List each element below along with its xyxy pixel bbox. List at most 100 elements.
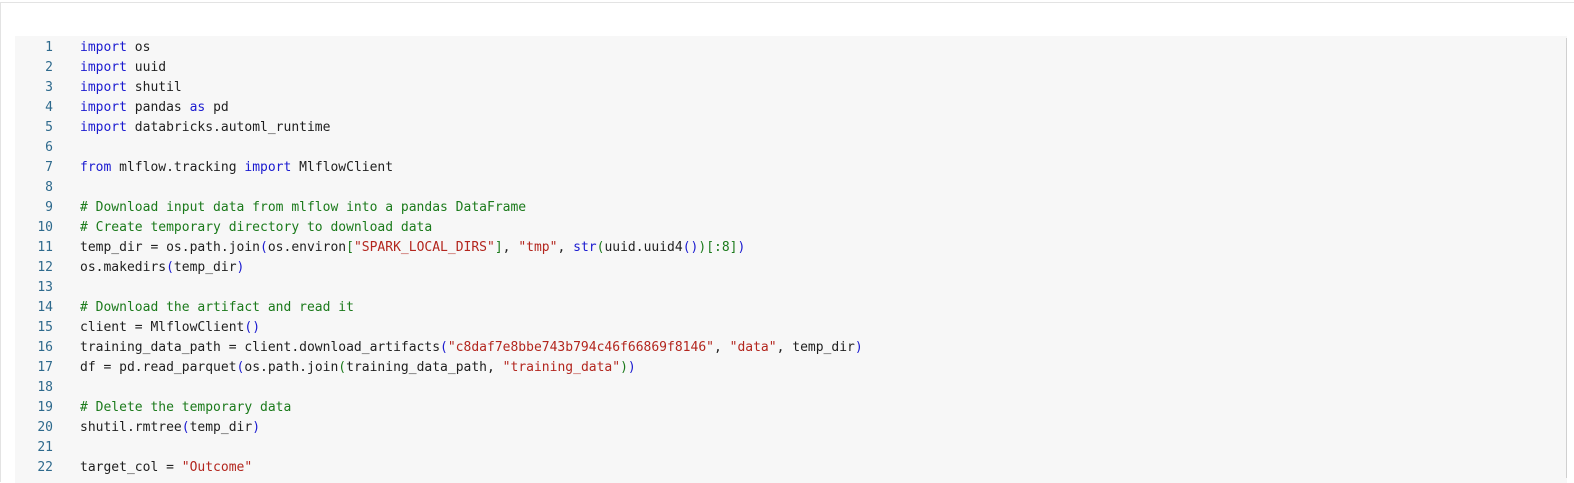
code-token: import [244, 160, 292, 175]
line-number: 1 [45, 40, 53, 55]
line-number: 19 [37, 400, 53, 415]
code-token: os.makedirs [80, 260, 167, 275]
code-text: training_data_path = client.download_art… [80, 338, 863, 358]
code-token: os [126, 40, 151, 55]
code-text: client = MlflowClient() [80, 318, 260, 338]
code-token: , [713, 340, 730, 355]
line-number: 4 [45, 100, 53, 115]
code-token: client = MlflowClient [80, 320, 245, 335]
code-token: ) [252, 420, 261, 435]
line-number: 12 [37, 260, 53, 275]
line-number: 20 [37, 420, 53, 435]
code-text: shutil.rmtree(temp_dir) [80, 418, 260, 438]
line-number: 15 [37, 320, 53, 335]
code-token: "training_data" [502, 360, 621, 375]
code-token: # Download input data from mlflow into a… [80, 200, 527, 215]
code-token: pd [205, 100, 229, 115]
code-token: MlflowClient [291, 160, 394, 175]
code-token: () [244, 320, 261, 335]
code-token: , temp_dir [776, 340, 855, 355]
code-token: "data" [729, 340, 777, 355]
code-token: uuid.uuid4 [604, 240, 683, 255]
line-number: 17 [37, 360, 53, 375]
line-number: 5 [45, 120, 53, 135]
line-number: 14 [37, 300, 53, 315]
code-token: ( [166, 260, 174, 275]
code-token: [ [346, 240, 354, 255]
code-text: target_col = "Outcome" [80, 458, 252, 478]
code-token: # Delete the temporary data [80, 400, 292, 415]
code-token: target_col = [80, 460, 182, 475]
code-token: databricks.automl_runtime [126, 120, 331, 135]
line-number: 18 [37, 380, 53, 395]
line-number: 22 [37, 460, 53, 475]
code-text: # Delete the temporary data [80, 398, 291, 418]
line-number: 13 [37, 280, 53, 295]
code-token: () [682, 240, 699, 255]
code-text: os.makedirs(temp_dir) [80, 258, 244, 278]
code-text: import pandas as pd [80, 98, 229, 118]
code-token: ) [737, 240, 746, 255]
code-editor[interactable]: 1 import os 2 import uuid 3 import shutil 4 imp… [15, 36, 1567, 483]
code-token: ( [181, 420, 190, 435]
code-token: , [502, 240, 519, 255]
code-token: ) [620, 360, 628, 375]
code-text: import databricks.automl_runtime [80, 118, 330, 138]
code-token: from [80, 160, 112, 175]
code-token: "c8daf7e8bbe743b794c46f66869f8146" [447, 340, 714, 355]
line-number: 10 [37, 220, 53, 235]
code-token: pandas [126, 100, 190, 115]
code-text: import shutil [80, 78, 182, 98]
line-number: 2 [45, 60, 53, 75]
code-token: ) [236, 260, 245, 275]
code-text: # Download input data from mlflow into a… [80, 198, 526, 218]
code-text: import os [80, 38, 150, 58]
code-token: temp_dir [173, 260, 237, 275]
code-token: training_data_path = client.download_art… [80, 340, 441, 355]
code-token: "Outcome" [181, 460, 253, 475]
code-text: from mlflow.tracking import MlflowClient [80, 158, 393, 178]
code-token: import [80, 120, 127, 135]
code-token: import [80, 100, 127, 115]
code-token: str [573, 240, 597, 255]
code-token: "tmp" [518, 240, 558, 255]
code-token: # Download the artifact and read it [80, 300, 354, 315]
code-token: temp_dir [189, 420, 253, 435]
code-token: ( [260, 240, 268, 255]
line-number: 9 [45, 200, 53, 215]
code-token: "SPARK_LOCAL_DIRS" [353, 240, 495, 255]
code-token: # Create temporary directory to download… [80, 220, 433, 235]
line-number: 6 [45, 140, 53, 155]
code-token: ( [440, 340, 448, 355]
line-number: 8 [45, 180, 53, 195]
code-token: shutil [126, 80, 182, 95]
code-token: mlflow.tracking [111, 160, 245, 175]
code-token: import [80, 80, 127, 95]
code-token: [:8] [706, 240, 738, 255]
code-token: temp_dir = os.path.join [80, 240, 261, 255]
code-token: ] [494, 240, 503, 255]
vertical-scrollbar[interactable] [1566, 38, 1567, 478]
code-token: df = pd.read_parquet [80, 360, 237, 375]
code-token: , [557, 240, 574, 255]
line-number: 16 [37, 340, 53, 355]
code-text: # Download the artifact and read it [80, 298, 354, 318]
code-text: temp_dir = os.path.join(os.environ["SPAR… [80, 238, 745, 258]
code-token: import [80, 40, 127, 55]
code-token: os.path.join [244, 360, 339, 375]
line-number: 7 [45, 160, 53, 175]
code-token: ) [627, 360, 636, 375]
line-number: 21 [37, 440, 53, 455]
code-token: ) [854, 340, 863, 355]
code-text: df = pd.read_parquet(os.path.join(traini… [80, 358, 636, 378]
line-number: 11 [37, 240, 53, 255]
code-text: import uuid [80, 58, 166, 78]
code-token: ( [338, 360, 347, 375]
notebook-cell: 1 import os 2 import uuid 3 import shutil 4 imp… [0, 2, 1574, 483]
code-token: shutil.rmtree [80, 420, 182, 435]
code-token: training_data_path, [346, 360, 503, 375]
code-text: # Create temporary directory to download… [80, 218, 432, 238]
code-token: as [189, 100, 206, 115]
code-token: os.environ [267, 240, 347, 255]
line-number: 3 [45, 80, 53, 95]
